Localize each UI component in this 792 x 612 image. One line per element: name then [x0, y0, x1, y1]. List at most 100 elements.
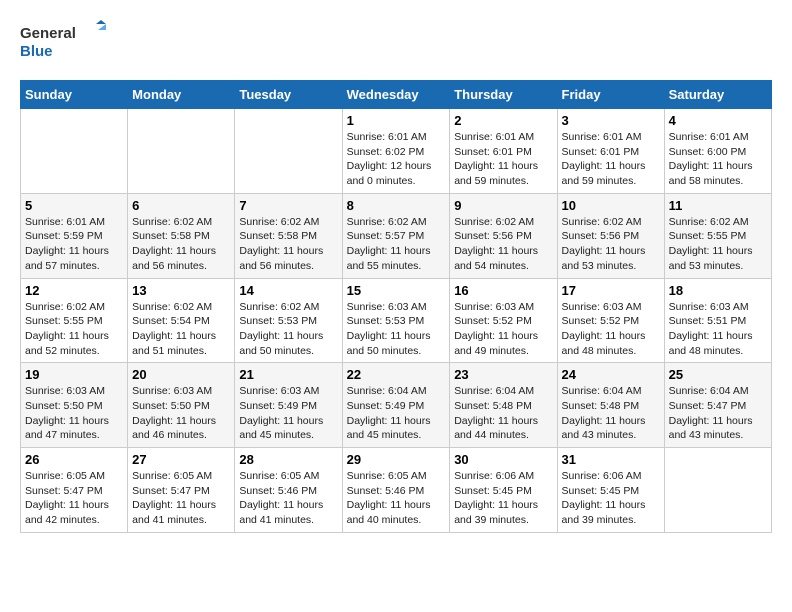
calendar-cell: 13 Sunrise: 6:02 AM Sunset: 5:54 PM Dayli…: [128, 278, 235, 363]
calendar-cell: 11 Sunrise: 6:02 AM Sunset: 5:55 PM Dayli…: [664, 193, 771, 278]
day-info: Sunrise: 6:04 AM Sunset: 5:49 PM Dayligh…: [347, 384, 446, 443]
calendar-cell: 6 Sunrise: 6:02 AM Sunset: 5:58 PM Daylig…: [128, 193, 235, 278]
logo-svg: General Blue: [20, 20, 110, 65]
day-info: Sunrise: 6:03 AM Sunset: 5:49 PM Dayligh…: [239, 384, 337, 443]
weekday-saturday: Saturday: [664, 81, 771, 109]
day-info: Sunrise: 6:01 AM Sunset: 6:01 PM Dayligh…: [454, 130, 552, 189]
day-info: Sunrise: 6:02 AM Sunset: 5:54 PM Dayligh…: [132, 300, 230, 359]
calendar-week-1: 1 Sunrise: 6:01 AM Sunset: 6:02 PM Daylig…: [21, 109, 772, 194]
day-info: Sunrise: 6:02 AM Sunset: 5:56 PM Dayligh…: [562, 215, 660, 274]
calendar-cell: 25 Sunrise: 6:04 AM Sunset: 5:47 PM Dayli…: [664, 363, 771, 448]
day-info: Sunrise: 6:02 AM Sunset: 5:58 PM Dayligh…: [132, 215, 230, 274]
calendar-cell: 27 Sunrise: 6:05 AM Sunset: 5:47 PM Dayli…: [128, 448, 235, 533]
calendar-cell: 1 Sunrise: 6:01 AM Sunset: 6:02 PM Daylig…: [342, 109, 450, 194]
day-number: 10: [562, 198, 660, 213]
day-number: 16: [454, 283, 552, 298]
day-number: 14: [239, 283, 337, 298]
day-info: Sunrise: 6:05 AM Sunset: 5:47 PM Dayligh…: [25, 469, 123, 528]
calendar-cell: 14 Sunrise: 6:02 AM Sunset: 5:53 PM Dayli…: [235, 278, 342, 363]
calendar-cell: 19 Sunrise: 6:03 AM Sunset: 5:50 PM Dayli…: [21, 363, 128, 448]
day-number: 18: [669, 283, 767, 298]
day-number: 19: [25, 367, 123, 382]
day-info: Sunrise: 6:02 AM Sunset: 5:57 PM Dayligh…: [347, 215, 446, 274]
day-number: 3: [562, 113, 660, 128]
day-info: Sunrise: 6:02 AM Sunset: 5:55 PM Dayligh…: [669, 215, 767, 274]
calendar-cell: [235, 109, 342, 194]
day-info: Sunrise: 6:04 AM Sunset: 5:48 PM Dayligh…: [562, 384, 660, 443]
day-info: Sunrise: 6:02 AM Sunset: 5:55 PM Dayligh…: [25, 300, 123, 359]
calendar-cell: 22 Sunrise: 6:04 AM Sunset: 5:49 PM Dayli…: [342, 363, 450, 448]
calendar-cell: 7 Sunrise: 6:02 AM Sunset: 5:58 PM Daylig…: [235, 193, 342, 278]
day-number: 4: [669, 113, 767, 128]
calendar-cell: 17Sunrise: 6:03 AM Sunset: 5:52 PM Dayli…: [557, 278, 664, 363]
day-number: 2: [454, 113, 552, 128]
calendar-cell: 8 Sunrise: 6:02 AM Sunset: 5:57 PM Daylig…: [342, 193, 450, 278]
calendar-body: 1 Sunrise: 6:01 AM Sunset: 6:02 PM Daylig…: [21, 109, 772, 533]
day-info: Sunrise: 6:03 AM Sunset: 5:50 PM Dayligh…: [132, 384, 230, 443]
day-number: 28: [239, 452, 337, 467]
day-number: 27: [132, 452, 230, 467]
calendar-cell: [21, 109, 128, 194]
day-number: 23: [454, 367, 552, 382]
day-info: Sunrise: 6:03 AM Sunset: 5:50 PM Dayligh…: [25, 384, 123, 443]
weekday-friday: Friday: [557, 81, 664, 109]
page-header: General Blue: [20, 20, 772, 70]
calendar-cell: 9Sunrise: 6:02 AM Sunset: 5:56 PM Daylig…: [450, 193, 557, 278]
day-info: Sunrise: 6:05 AM Sunset: 5:47 PM Dayligh…: [132, 469, 230, 528]
weekday-sunday: Sunday: [21, 81, 128, 109]
day-number: 21: [239, 367, 337, 382]
calendar-week-5: 26Sunrise: 6:05 AM Sunset: 5:47 PM Dayli…: [21, 448, 772, 533]
calendar-cell: 3 Sunrise: 6:01 AM Sunset: 6:01 PM Daylig…: [557, 109, 664, 194]
day-number: 6: [132, 198, 230, 213]
calendar-cell: 5 Sunrise: 6:01 AM Sunset: 5:59 PM Daylig…: [21, 193, 128, 278]
day-number: 25: [669, 367, 767, 382]
day-info: Sunrise: 6:03 AM Sunset: 5:51 PM Dayligh…: [669, 300, 767, 359]
day-number: 13: [132, 283, 230, 298]
day-number: 22: [347, 367, 446, 382]
calendar-cell: 24 Sunrise: 6:04 AM Sunset: 5:48 PM Dayli…: [557, 363, 664, 448]
day-info: Sunrise: 6:02 AM Sunset: 5:53 PM Dayligh…: [239, 300, 337, 359]
day-number: 1: [347, 113, 446, 128]
day-number: 20: [132, 367, 230, 382]
calendar-cell: [664, 448, 771, 533]
day-info: Sunrise: 6:01 AM Sunset: 6:01 PM Dayligh…: [562, 130, 660, 189]
calendar-cell: 16Sunrise: 6:03 AM Sunset: 5:52 PM Dayli…: [450, 278, 557, 363]
logo: General Blue: [20, 20, 110, 70]
logo-graphic: General Blue: [20, 20, 110, 70]
day-number: 15: [347, 283, 446, 298]
day-number: 24: [562, 367, 660, 382]
weekday-thursday: Thursday: [450, 81, 557, 109]
day-info: Sunrise: 6:05 AM Sunset: 5:46 PM Dayligh…: [239, 469, 337, 528]
day-number: 12: [25, 283, 123, 298]
day-info: Sunrise: 6:06 AM Sunset: 5:45 PM Dayligh…: [454, 469, 552, 528]
day-info: Sunrise: 6:01 AM Sunset: 5:59 PM Dayligh…: [25, 215, 123, 274]
calendar-cell: 18 Sunrise: 6:03 AM Sunset: 5:51 PM Dayli…: [664, 278, 771, 363]
calendar-cell: 30 Sunrise: 6:06 AM Sunset: 5:45 PM Dayli…: [450, 448, 557, 533]
day-number: 9: [454, 198, 552, 213]
calendar-cell: 31Sunrise: 6:06 AM Sunset: 5:45 PM Dayli…: [557, 448, 664, 533]
day-number: 11: [669, 198, 767, 213]
svg-text:General: General: [20, 25, 76, 42]
day-info: Sunrise: 6:03 AM Sunset: 5:53 PM Dayligh…: [347, 300, 446, 359]
calendar-cell: 28 Sunrise: 6:05 AM Sunset: 5:46 PM Dayli…: [235, 448, 342, 533]
day-number: 5: [25, 198, 123, 213]
svg-text:Blue: Blue: [20, 43, 53, 60]
day-number: 8: [347, 198, 446, 213]
calendar-table: SundayMondayTuesdayWednesdayThursdayFrid…: [20, 80, 772, 533]
calendar-cell: 15 Sunrise: 6:03 AM Sunset: 5:53 PM Dayli…: [342, 278, 450, 363]
weekday-monday: Monday: [128, 81, 235, 109]
weekday-tuesday: Tuesday: [235, 81, 342, 109]
calendar-cell: 20 Sunrise: 6:03 AM Sunset: 5:50 PM Dayli…: [128, 363, 235, 448]
day-number: 29: [347, 452, 446, 467]
day-info: Sunrise: 6:01 AM Sunset: 6:02 PM Dayligh…: [347, 130, 446, 189]
day-number: 7: [239, 198, 337, 213]
calendar-cell: 23 Sunrise: 6:04 AM Sunset: 5:48 PM Dayli…: [450, 363, 557, 448]
day-info: Sunrise: 6:05 AM Sunset: 5:46 PM Dayligh…: [347, 469, 446, 528]
calendar-cell: 21 Sunrise: 6:03 AM Sunset: 5:49 PM Dayli…: [235, 363, 342, 448]
day-info: Sunrise: 6:04 AM Sunset: 5:48 PM Dayligh…: [454, 384, 552, 443]
day-info: Sunrise: 6:02 AM Sunset: 5:58 PM Dayligh…: [239, 215, 337, 274]
day-number: 30: [454, 452, 552, 467]
calendar-cell: [128, 109, 235, 194]
day-info: Sunrise: 6:04 AM Sunset: 5:47 PM Dayligh…: [669, 384, 767, 443]
calendar-cell: 29 Sunrise: 6:05 AM Sunset: 5:46 PM Dayli…: [342, 448, 450, 533]
